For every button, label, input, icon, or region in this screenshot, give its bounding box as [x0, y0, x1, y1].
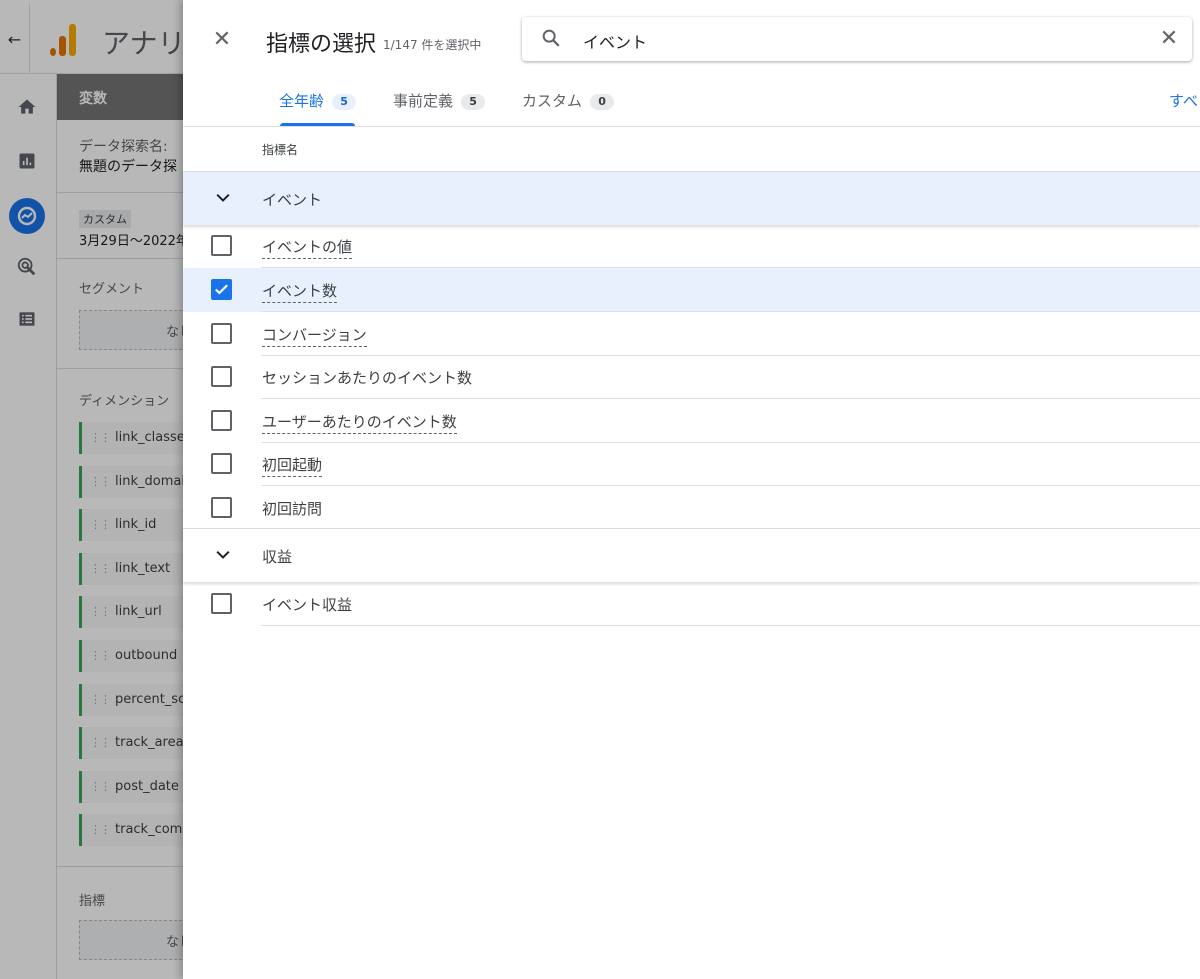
select-all-link[interactable]: すべ [1169, 90, 1198, 111]
search-input[interactable]: イベント [583, 29, 647, 53]
metric-label: ユーザーあたりのイベント数 [262, 411, 457, 434]
column-header-metric-name: 指標名 [262, 143, 299, 157]
metric-checkbox[interactable] [211, 279, 232, 300]
tab-label: 全年齢 [279, 92, 325, 110]
group-row-revenue[interactable]: 収益 [183, 528, 1200, 582]
metric-row[interactable]: コンバージョン [183, 312, 1200, 356]
category-tabs: 全年齢 5 事前定義 5 カスタム 0 すべ [183, 74, 1200, 127]
close-icon: ✕ [212, 26, 232, 52]
metric-checkbox[interactable] [211, 235, 232, 256]
metric-checkbox[interactable] [211, 593, 232, 614]
close-picker-button[interactable]: ✕ [209, 26, 235, 52]
metric-row[interactable]: セッションあたりのイベント数 [183, 355, 1200, 399]
chevron-down-icon [216, 193, 230, 202]
close-icon: ✕ [1159, 25, 1179, 51]
metric-label: イベント数 [262, 280, 338, 303]
metric-label: イベントの値 [262, 236, 353, 259]
search-box[interactable]: イベント ✕ [522, 17, 1192, 61]
modal-scrim[interactable] [0, 0, 183, 979]
metric-row[interactable]: 初回訪問 [183, 486, 1200, 530]
metric-checkbox[interactable] [211, 453, 232, 474]
picker-title: 指標の選択 [266, 32, 377, 57]
clear-search-button[interactable]: ✕ [1156, 25, 1182, 51]
metric-row[interactable]: ユーザーあたりのイベント数 [183, 399, 1200, 443]
metric-row[interactable]: イベント数 [183, 268, 1200, 312]
tab-custom[interactable]: カスタム 0 [522, 90, 615, 111]
metric-label: コンバージョン [262, 324, 367, 347]
metric-row[interactable]: イベントの値 [183, 224, 1200, 268]
group-label: イベント [262, 191, 323, 209]
metric-label: 初回起動 [262, 454, 323, 477]
tab-count-badge: 5 [332, 94, 357, 110]
metric-checkbox[interactable] [211, 497, 232, 518]
metric-checkbox[interactable] [211, 410, 232, 431]
check-icon [215, 284, 228, 295]
group-row-event[interactable]: イベント [183, 171, 1200, 225]
search-icon [542, 29, 560, 47]
metric-checkbox[interactable] [211, 366, 232, 387]
metric-label: 初回訪問 [262, 500, 323, 518]
tab-count-badge: 0 [590, 94, 615, 110]
metric-label: イベント収益 [262, 596, 353, 614]
selection-count: 1/147 件を選択中 [383, 38, 482, 52]
tab-label: カスタム [522, 92, 583, 110]
metric-picker-dialog: ✕ 指標の選択 1/147 件を選択中 イベント ✕ 全年齢 5 事前定義 5 カス… [183, 0, 1200, 979]
group-label: 収益 [262, 548, 293, 566]
tab-count-badge: 5 [461, 94, 486, 110]
metric-label: セッションあたりのイベント数 [262, 369, 473, 387]
metric-row[interactable]: 初回起動 [183, 442, 1200, 486]
tab-predefined[interactable]: 事前定義 5 [393, 90, 486, 111]
tab-label: 事前定義 [393, 92, 454, 110]
active-tab-indicator [280, 123, 355, 126]
tab-all[interactable]: 全年齢 5 [279, 90, 357, 111]
metric-row[interactable]: イベント収益 [183, 582, 1200, 626]
chevron-down-icon [216, 550, 230, 559]
metric-checkbox[interactable] [211, 323, 232, 344]
